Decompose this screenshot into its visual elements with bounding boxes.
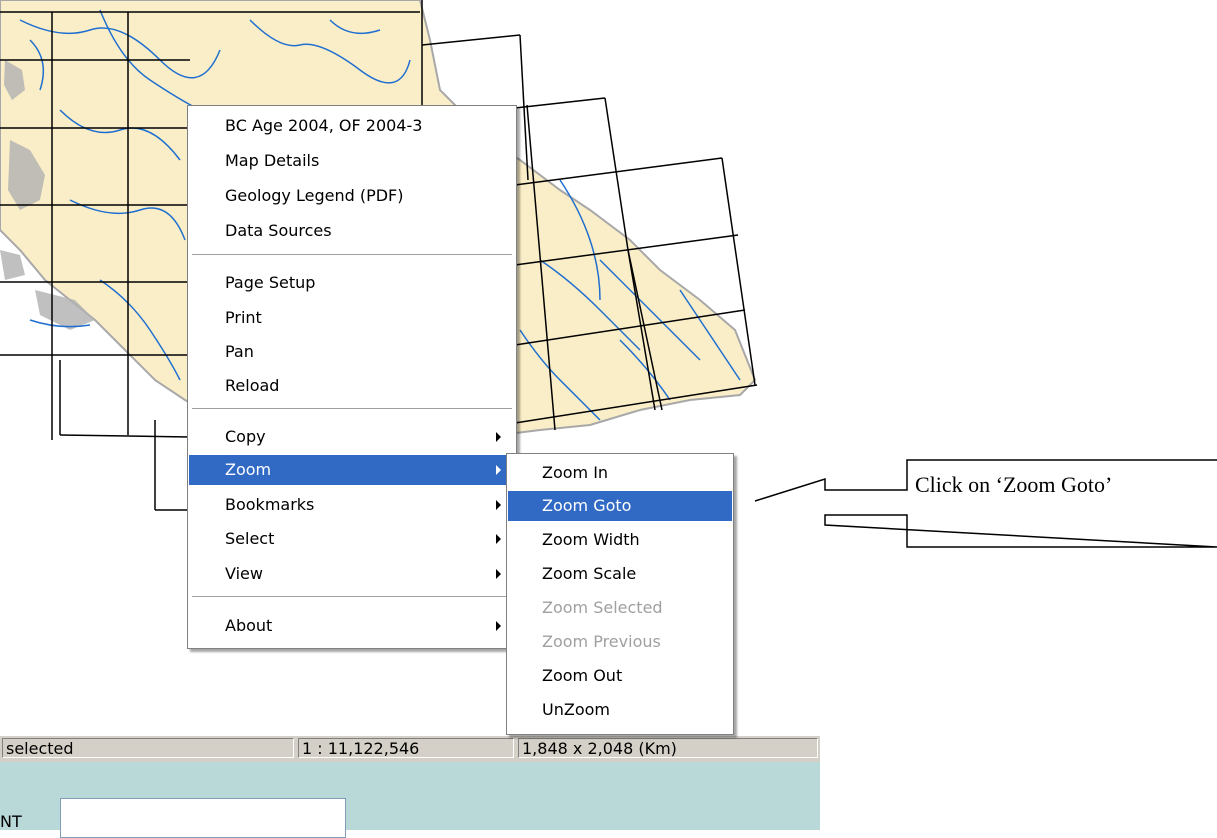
menu-item-label: Copy (225, 427, 266, 446)
zoom-submenu: Zoom In Zoom Goto Zoom Width Zoom Scale … (506, 453, 734, 735)
menu-item-zoom-previous: Zoom Previous (508, 627, 732, 657)
menu-item-label: UnZoom (542, 700, 610, 719)
menu-item-page-setup[interactable]: Page Setup (189, 268, 515, 298)
menu-item-label: About (225, 616, 273, 635)
menu-item-label: Page Setup (225, 273, 316, 292)
menu-item-view[interactable]: View (189, 559, 515, 589)
status-extent: 1,848 x 2,048 (Km) (518, 738, 818, 758)
menu-item-label: Data Sources (225, 221, 332, 240)
menu-item-pan[interactable]: Pan (189, 337, 515, 367)
menu-item-bookmarks[interactable]: Bookmarks (189, 490, 515, 520)
menu-item-zoom[interactable]: Zoom (189, 455, 515, 485)
submenu-arrow-icon (496, 621, 501, 631)
submenu-arrow-icon (496, 500, 501, 510)
menu-item-label: Pan (225, 342, 254, 361)
menu-separator (192, 254, 512, 256)
submenu-arrow-icon (496, 465, 501, 475)
menu-item-geology-legend[interactable]: Geology Legend (PDF) (189, 181, 515, 211)
menu-item-label: Zoom Goto (542, 496, 632, 515)
menu-item-label: Print (225, 308, 262, 327)
menu-item-unzoom[interactable]: UnZoom (508, 695, 732, 725)
menu-item-label: Select (225, 529, 275, 548)
menu-item-zoom-in[interactable]: Zoom In (508, 458, 732, 488)
submenu-arrow-icon (496, 432, 501, 442)
menu-separator (192, 596, 512, 598)
lower-panel: NT (0, 762, 820, 838)
submenu-arrow-icon (496, 534, 501, 544)
menu-item-label: Zoom In (542, 463, 609, 482)
menu-item-label: Bookmarks (225, 495, 315, 514)
menu-item-select[interactable]: Select (189, 524, 515, 554)
submenu-arrow-icon (496, 569, 501, 579)
status-bar: selected 1 : 11,122,546 1,848 x 2,048 (K… (0, 735, 820, 762)
menu-item-reload[interactable]: Reload (189, 371, 515, 401)
menu-item-zoom-width[interactable]: Zoom Width (508, 525, 732, 555)
menu-item-zoom-selected: Zoom Selected (508, 593, 732, 623)
menu-item-label: Geology Legend (PDF) (225, 186, 404, 205)
menu-item-bc-age[interactable]: BC Age 2004, OF 2004-3 (189, 111, 515, 141)
menu-item-zoom-out[interactable]: Zoom Out (508, 661, 732, 691)
menu-item-print[interactable]: Print (189, 303, 515, 333)
menu-item-label: Map Details (225, 151, 320, 170)
callout-arrow (754, 459, 1217, 548)
text-input[interactable] (60, 798, 346, 838)
menu-item-label: Zoom Out (542, 666, 623, 685)
menu-item-label: View (225, 564, 263, 583)
status-scale: 1 : 11,122,546 (298, 738, 514, 758)
menu-item-about[interactable]: About (189, 611, 515, 641)
status-selection: selected (2, 738, 294, 758)
menu-item-label: Zoom Previous (542, 632, 661, 651)
menu-item-copy[interactable]: Copy (189, 422, 515, 452)
context-menu: BC Age 2004, OF 2004-3 Map Details Geolo… (187, 105, 517, 649)
menu-separator (192, 408, 512, 410)
lower-panel-label: NT (0, 812, 22, 831)
coast-island (0, 250, 25, 280)
callout-text: Click on ‘Zoom Goto’ (915, 472, 1113, 497)
menu-item-label: Reload (225, 376, 280, 395)
menu-item-data-sources[interactable]: Data Sources (189, 216, 515, 246)
menu-item-map-details[interactable]: Map Details (189, 146, 515, 176)
menu-item-zoom-scale[interactable]: Zoom Scale (508, 559, 732, 589)
menu-item-label: Zoom (225, 460, 272, 479)
menu-item-label: Zoom Width (542, 530, 640, 549)
menu-item-label: Zoom Selected (542, 598, 663, 617)
menu-item-zoom-goto[interactable]: Zoom Goto (508, 491, 732, 521)
menu-item-label: Zoom Scale (542, 564, 637, 583)
menu-item-label: BC Age 2004, OF 2004-3 (225, 116, 423, 135)
